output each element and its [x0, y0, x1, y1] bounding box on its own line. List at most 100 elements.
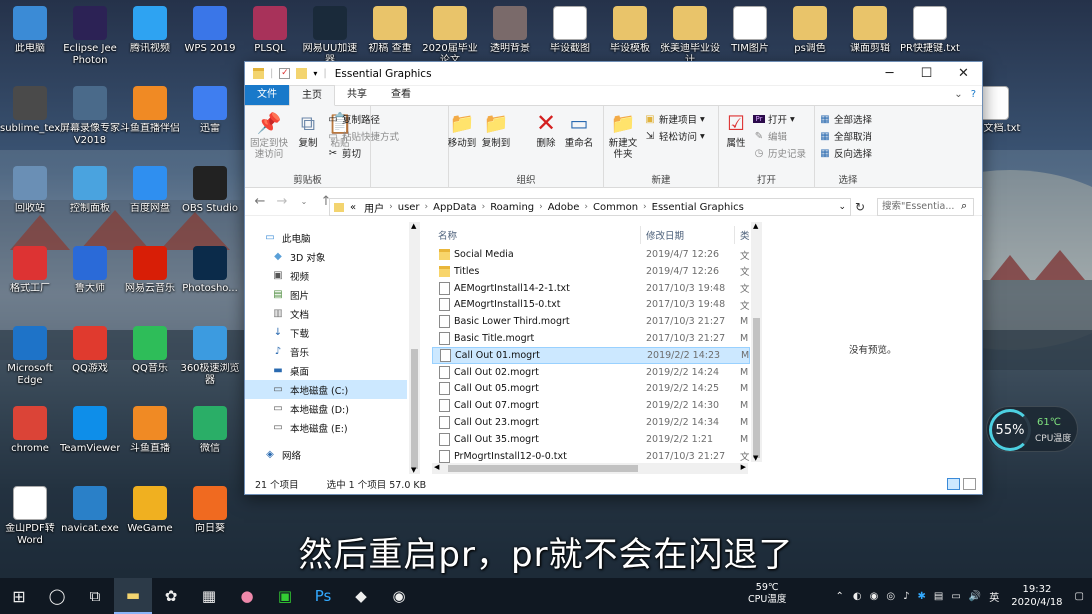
scroll-down-icon[interactable]: ▼ — [753, 454, 758, 462]
cpu-widget[interactable]: 55% 61℃ CPU温度 — [986, 406, 1078, 452]
desktop-icon[interactable]: 百度网盘 — [120, 166, 180, 215]
address-dropdown-icon[interactable]: ⌄ — [838, 202, 846, 212]
select-all-button[interactable]: ▦ 全部选择 — [819, 112, 872, 127]
desktop-icon[interactable]: 网易UU加速器 — [300, 6, 360, 67]
desktop-icon[interactable]: ps调色 — [780, 6, 840, 55]
file-list-hscrollbar[interactable]: ◀ ▶ — [432, 463, 748, 474]
obs-taskbar-icon[interactable]: ◉ — [380, 578, 418, 614]
nav-item[interactable]: ▭ 此电脑 — [245, 228, 407, 247]
pin-quick-access-button[interactable]: 📌 固定到快速访问 — [249, 110, 289, 161]
start-windows-icon[interactable]: ⊞ — [0, 578, 38, 614]
notes-icon[interactable]: ◆ — [342, 578, 380, 614]
desktop-icon[interactable]: Microsoft Edge — [0, 326, 60, 387]
desktop-icon[interactable]: 斗鱼直播伴侣 — [120, 86, 180, 135]
desktop-icon[interactable]: 斗鱼直播 — [120, 406, 180, 455]
tray-app-icon[interactable]: ♪ — [903, 591, 909, 602]
file-row[interactable]: AEMogrtInstall14-2-1.txt 2017/10/3 19:48 文 — [432, 280, 750, 297]
breadcrumb-essential-graphics[interactable]: Essential Graphics — [648, 202, 748, 213]
desktop-icon[interactable]: Photosho... — [180, 246, 240, 295]
move-to-button[interactable]: 📁 移动到 — [445, 110, 479, 150]
clock[interactable]: 19:32 2020/4/18 — [1011, 583, 1062, 609]
history-button[interactable]: ◷ 历史记录 — [753, 146, 806, 161]
tray-app-icon[interactable]: ◎ — [886, 591, 895, 602]
nav-item[interactable]: ♪ 音乐 — [245, 342, 407, 361]
desktop-icon[interactable]: 网易云音乐 — [120, 246, 180, 295]
address-bar[interactable]: « 用户 › user › AppData › Roaming › Adobe › Com… — [329, 198, 851, 216]
tab-file[interactable]: 文件 — [245, 85, 289, 105]
breadcrumb-users[interactable]: 用户 — [360, 200, 388, 215]
desktop-icon[interactable]: QQ音乐 — [120, 326, 180, 375]
delete-button[interactable]: ✕ 删除 — [531, 110, 561, 150]
volume-icon[interactable]: 🔊 — [969, 591, 981, 602]
breadcrumb-user[interactable]: user — [394, 202, 424, 213]
nav-item[interactable]: ▥ 文档 — [245, 304, 407, 323]
color-app-icon[interactable]: ● — [228, 578, 266, 614]
nav-item[interactable]: ▤ 图片 — [245, 285, 407, 304]
desktop-icon[interactable]: 课面剪辑 — [840, 6, 900, 55]
navigation-scrollbar[interactable]: ▲ ▼ — [409, 222, 420, 474]
new-item-button[interactable]: ▣ 新建项目 ▾ — [644, 112, 705, 127]
desktop-icon[interactable]: OBS Studio — [180, 166, 240, 215]
desktop-icon[interactable]: PLSQL — [240, 6, 300, 55]
desktop-icon[interactable]: 此电脑 — [0, 6, 60, 55]
file-row[interactable]: Call Out 02.mogrt 2019/2/2 14:24 M — [432, 364, 750, 381]
desktop-icon[interactable]: TeamViewer — [60, 406, 120, 455]
nav-item[interactable]: ▭ 本地磁盘 (D:) — [245, 399, 407, 418]
nav-item[interactable]: ▭ 本地磁盘 (E:) — [245, 418, 407, 437]
scroll-up-icon[interactable]: ▲ — [753, 222, 758, 230]
file-row[interactable]: Call Out 01.mogrt 2019/2/2 14:23 M — [432, 346, 750, 364]
desktop-icon[interactable]: Eclipse Jee Photon — [60, 6, 120, 67]
file-row[interactable]: Call Out 07.mogrt 2019/2/2 14:30 M — [432, 397, 750, 414]
column-type-header[interactable]: 类 — [740, 224, 750, 246]
file-row[interactable]: Call Out 35.mogrt 2019/2/2 1:21 M — [432, 431, 750, 448]
large-icons-view-icon[interactable] — [963, 478, 976, 490]
tab-view[interactable]: 查看 — [379, 85, 423, 105]
file-row[interactable]: Titles 2019/4/7 12:26 文 — [432, 263, 750, 280]
scroll-up-icon[interactable]: ▲ — [411, 222, 416, 230]
desktop-icon[interactable]: chrome — [0, 406, 60, 455]
input-method-indicator[interactable]: 英 — [989, 589, 999, 604]
forward-arrow-icon[interactable]: → — [273, 194, 291, 209]
desktop-icon[interactable]: 回收站 — [0, 166, 60, 215]
invert-selection-button[interactable]: ▦ 反向选择 — [819, 146, 872, 161]
nav-item[interactable]: ↓ 下载 — [245, 323, 407, 342]
recent-dropdown-icon[interactable]: ⌄ — [295, 197, 313, 206]
desktop-icon[interactable]: 微信 — [180, 406, 240, 455]
desktop-icon[interactable]: 360极速浏览器 — [180, 326, 240, 387]
file-row[interactable]: Basic Lower Third.mogrt 2017/10/3 21:27 M — [432, 313, 750, 330]
desktop-icon[interactable]: sublime_text — [0, 86, 60, 135]
copy-button[interactable]: ⧉ 复制 — [293, 110, 323, 150]
scroll-thumb[interactable] — [411, 349, 418, 469]
rename-button[interactable]: ▭ 重命名 — [561, 110, 597, 150]
copy-path-button[interactable]: ▭ 复制路径 — [327, 112, 380, 127]
network-icon[interactable]: ▭ — [951, 591, 960, 602]
desktop-icon[interactable]: PR快捷键.txt — [900, 6, 960, 55]
search-icon[interactable]: ◯ — [38, 578, 76, 614]
hscroll-thumb[interactable] — [448, 465, 638, 472]
ribbon-collapse-icon[interactable]: ⌄ — [954, 89, 962, 100]
column-name-header[interactable]: 名称 — [438, 224, 457, 246]
help-icon[interactable]: ? — [971, 89, 976, 100]
desktop-icon[interactable]: 迅雷 — [180, 86, 240, 135]
new-folder-quick-icon[interactable] — [296, 68, 308, 79]
desktop-icon[interactable]: TIM图片 — [720, 6, 780, 55]
easy-access-button[interactable]: ⇲ 轻松访问 ▾ — [644, 129, 705, 144]
file-row[interactable]: Call Out 23.mogrt 2019/2/2 14:34 M — [432, 414, 750, 431]
desktop-icon[interactable]: 2020届毕业论文 — [420, 6, 480, 67]
scroll-down-icon[interactable]: ▼ — [411, 466, 416, 474]
nav-item[interactable]: ◈ 网络 — [245, 445, 407, 464]
file-list-scrollbar[interactable]: ▲ ▼ — [751, 222, 762, 462]
scroll-left-icon[interactable]: ◀ — [434, 463, 439, 471]
desktop-icon[interactable]: 张美迪毕业设计 — [660, 6, 720, 67]
nav-item[interactable]: ▭ 本地磁盘 (C:) — [245, 380, 407, 399]
tab-home[interactable]: 主页 — [289, 85, 335, 106]
desktop-icon[interactable]: 腾讯视频 — [120, 6, 180, 55]
search-input[interactable]: 搜索"Essentia... — [877, 198, 974, 216]
edit-button[interactable]: ✎ 编辑 — [753, 129, 787, 144]
app-taskbar-icon[interactable]: ✿ — [152, 578, 190, 614]
maximize-button[interactable]: ☐ — [908, 62, 945, 86]
notification-icon[interactable]: ▢ — [1075, 591, 1084, 602]
properties-check-icon[interactable]: ✓ — [279, 68, 291, 79]
desktop-icon[interactable]: 毕设截图 — [540, 6, 600, 55]
scroll-thumb[interactable] — [753, 318, 760, 458]
